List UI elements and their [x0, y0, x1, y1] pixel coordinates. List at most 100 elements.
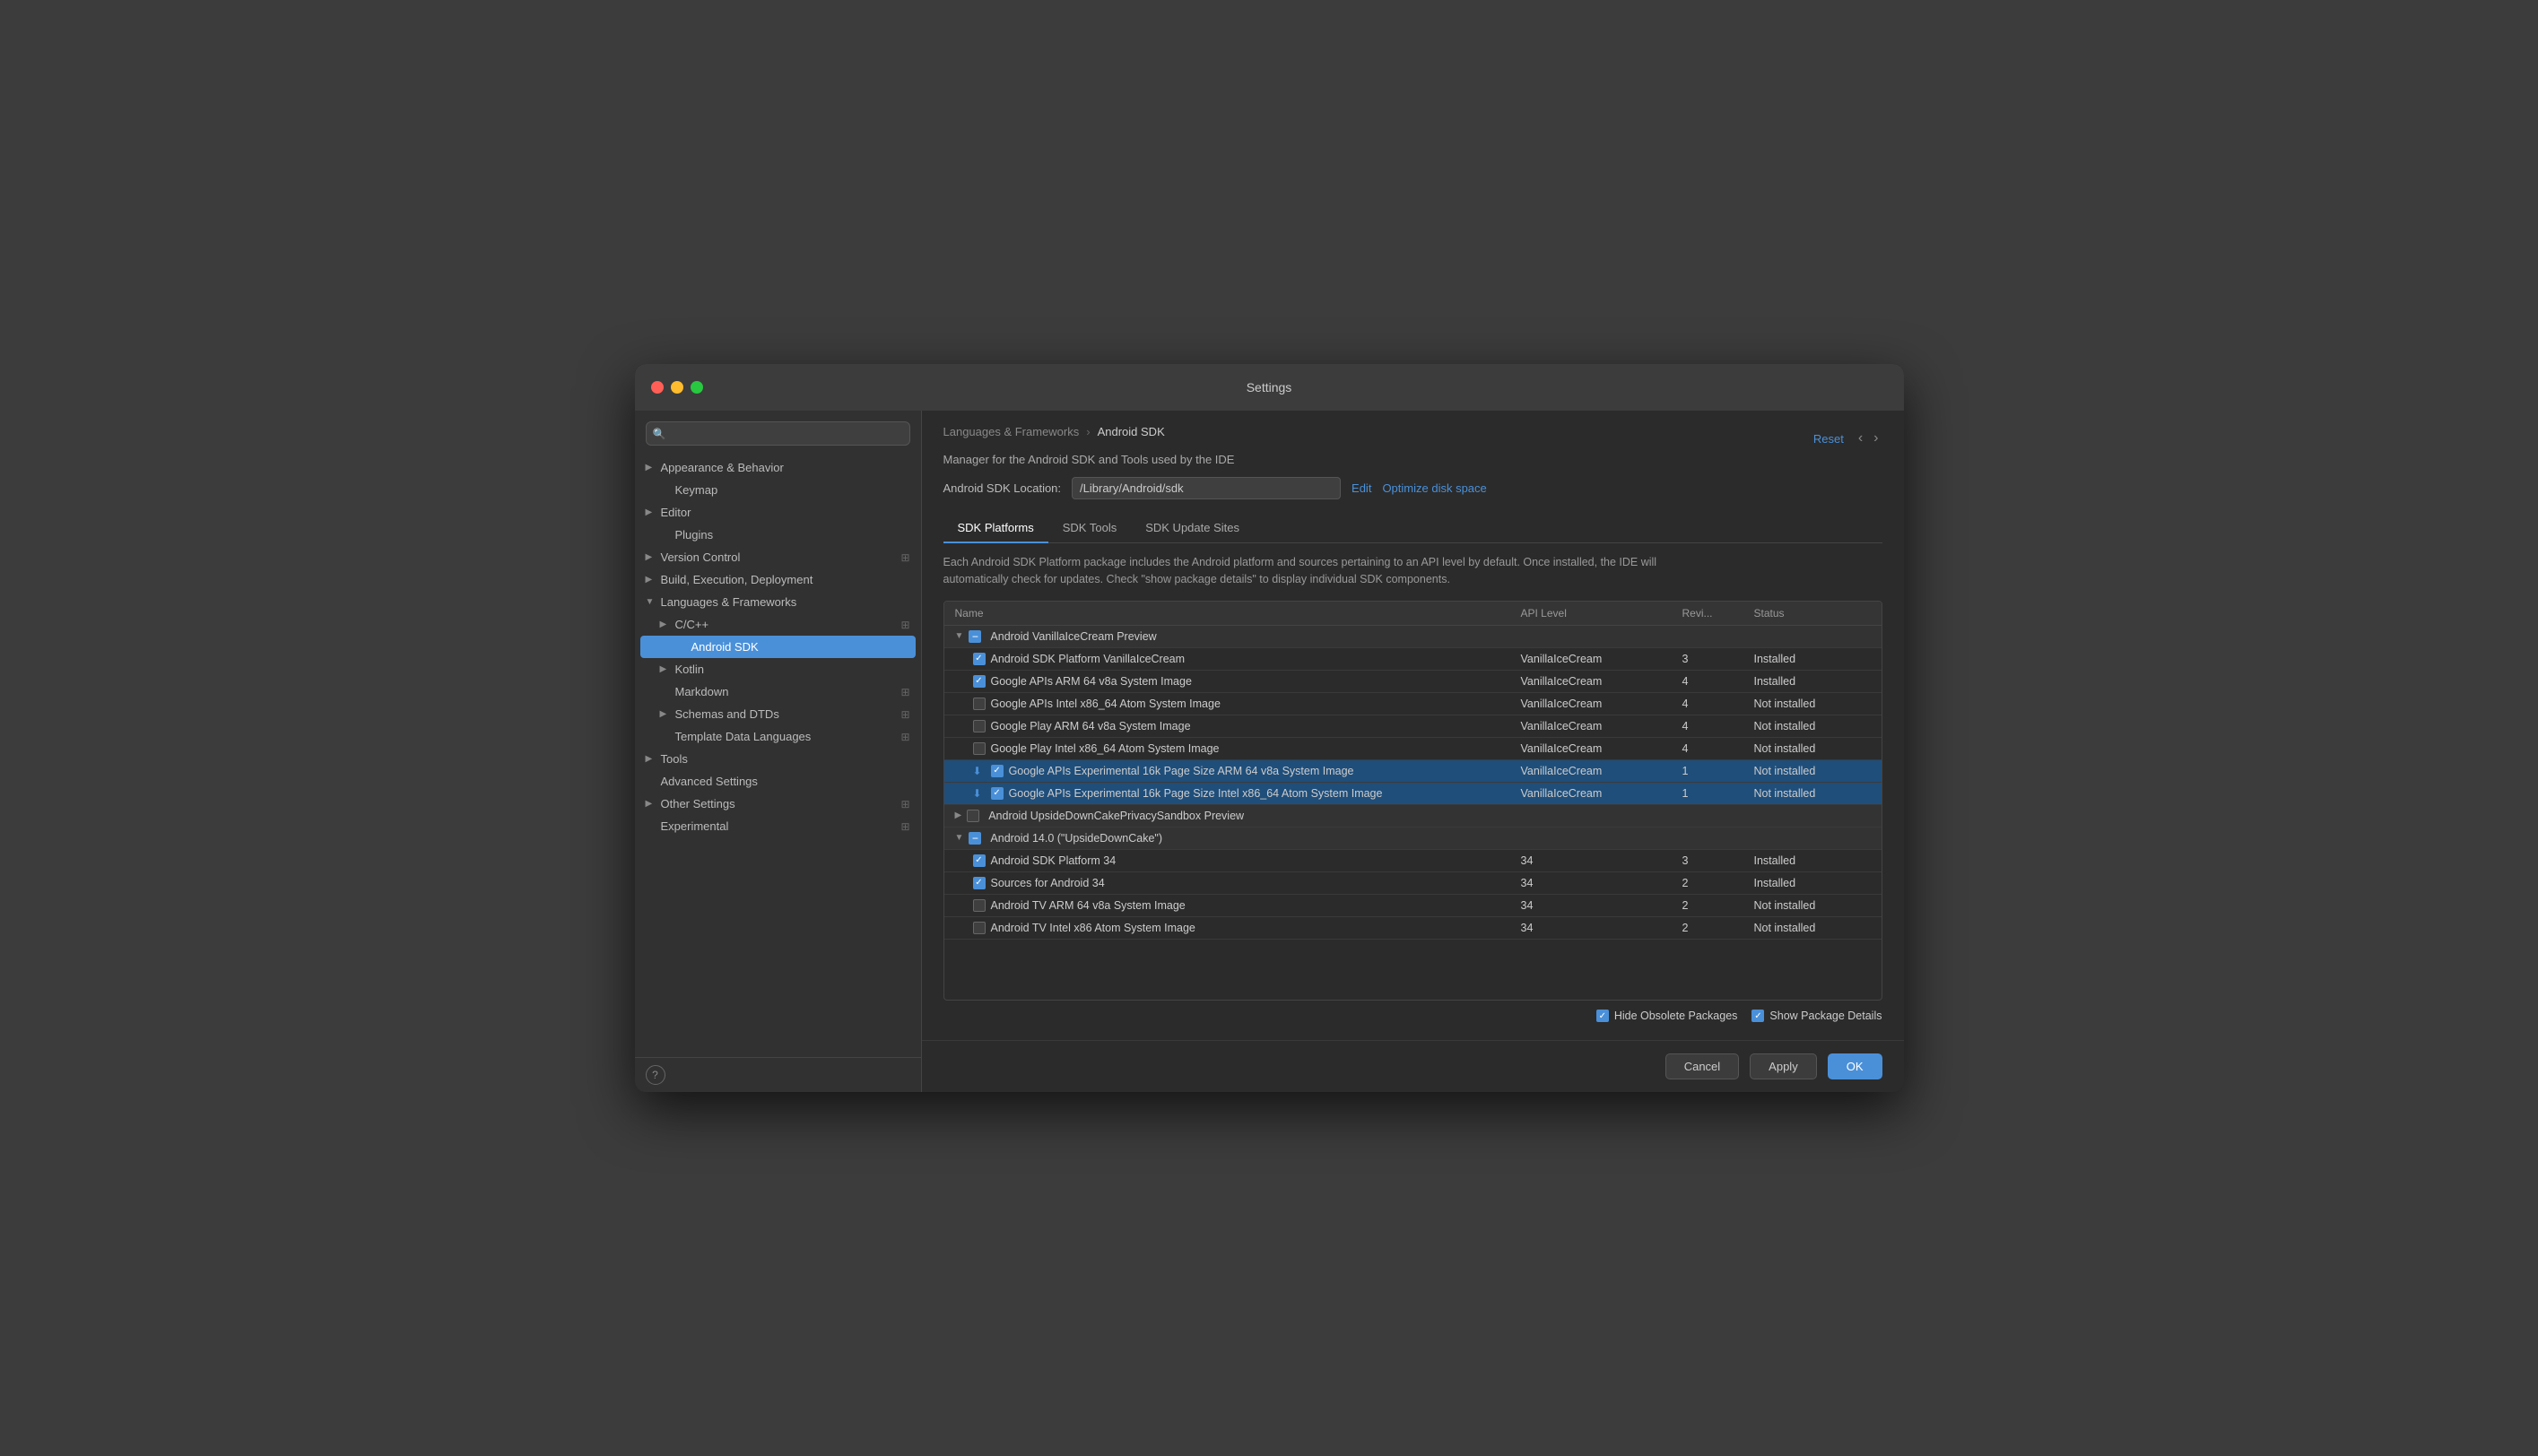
sidebar-item-schemas[interactable]: ▶ Schemas and DTDs ⊞	[635, 703, 921, 725]
sdk-location-actions: Edit Optimize disk space	[1352, 481, 1487, 495]
sidebar-item-plugins[interactable]: Plugins	[635, 524, 921, 546]
row-status: Not installed	[1754, 742, 1871, 755]
expand-arrow-icon: ▶	[646, 552, 656, 562]
table-row[interactable]: Google APIs Intel x86_64 Atom System Ima…	[944, 693, 1882, 715]
hide-obsolete-checkbox[interactable]	[1596, 1010, 1609, 1022]
show-package-checkbox[interactable]	[1751, 1010, 1764, 1022]
cancel-button[interactable]: Cancel	[1665, 1053, 1739, 1079]
row-checkbox[interactable]	[991, 765, 1004, 777]
row-api: 34	[1521, 922, 1682, 934]
col-header-api: API Level	[1521, 607, 1682, 620]
table-row[interactable]: Google APIs ARM 64 v8a System Image Vani…	[944, 671, 1882, 693]
table-row[interactable]: Android SDK Platform VanillaIceCream Van…	[944, 648, 1882, 671]
sidebar-item-keymap[interactable]: Keymap	[635, 479, 921, 501]
group-checkbox-privacy[interactable]	[967, 810, 979, 822]
row-rev: 3	[1682, 653, 1754, 665]
row-api: VanillaIceCream	[1521, 653, 1682, 665]
sidebar-item-kotlin[interactable]: ▶ Kotlin	[635, 658, 921, 680]
sidebar-item-build[interactable]: ▶ Build, Execution, Deployment	[635, 568, 921, 591]
sidebar-item-languages[interactable]: ▼ Languages & Frameworks	[635, 591, 921, 613]
sidebar-item-version-control[interactable]: ▶ Version Control ⊞	[635, 546, 921, 568]
edit-button[interactable]: Edit	[1352, 481, 1371, 495]
expand-arrow-icon: ▶	[646, 575, 656, 585]
optimize-disk-button[interactable]: Optimize disk space	[1382, 481, 1486, 495]
row-rev: 1	[1682, 787, 1754, 800]
sdk-location-input[interactable]	[1072, 477, 1341, 499]
minimize-button[interactable]	[671, 381, 683, 394]
table-row[interactable]: Google Play Intel x86_64 Atom System Ima…	[944, 738, 1882, 760]
settings-icon: ⊞	[900, 619, 909, 631]
row-checkbox[interactable]	[973, 854, 986, 867]
row-checkbox[interactable]	[991, 787, 1004, 800]
row-checkbox[interactable]	[973, 675, 986, 688]
row-checkbox[interactable]	[973, 899, 986, 912]
reset-button[interactable]: Reset	[1813, 432, 1844, 446]
table-row[interactable]: Google Play ARM 64 v8a System Image Vani…	[944, 715, 1882, 738]
sidebar-item-experimental[interactable]: Experimental ⊞	[635, 815, 921, 837]
row-checkbox[interactable]	[973, 877, 986, 889]
expand-arrow-icon: ▶	[660, 620, 671, 629]
collapse-icon: ▼	[955, 833, 964, 843]
back-button[interactable]: ‹	[1855, 429, 1866, 448]
sidebar-item-markdown[interactable]: Markdown ⊞	[635, 680, 921, 703]
row-name-label: Android SDK Platform VanillaIceCream	[991, 653, 1186, 665]
group-label-vanilla: Android VanillaIceCream Preview	[990, 630, 1156, 643]
group-row-udc[interactable]: ▼ Android 14.0 ("UpsideDownCake")	[944, 828, 1882, 850]
tab-sdk-tools[interactable]: SDK Tools	[1048, 514, 1131, 543]
tab-sdk-platforms[interactable]: SDK Platforms	[943, 514, 1048, 543]
group-row-privacy-sandbox[interactable]: ▶ Android UpsideDownCakePrivacySandbox P…	[944, 805, 1882, 828]
table-row[interactable]: Android SDK Platform 34 34 3 Installed	[944, 850, 1882, 872]
sidebar-item-appearance[interactable]: ▶ Appearance & Behavior	[635, 456, 921, 479]
expand-arrow-icon: ▶	[646, 754, 656, 764]
help-button[interactable]: ?	[646, 1065, 665, 1085]
settings-icon: ⊞	[900, 731, 909, 743]
row-api: VanillaIceCream	[1521, 765, 1682, 777]
row-checkbox[interactable]	[973, 922, 986, 934]
group-checkbox-udc[interactable]	[969, 832, 981, 845]
search-input[interactable]	[646, 421, 910, 446]
table-row[interactable]: ⬇ Google APIs Experimental 16k Page Size…	[944, 760, 1882, 783]
row-status: Not installed	[1754, 720, 1871, 732]
row-status: Not installed	[1754, 765, 1871, 777]
settings-icon: ⊞	[900, 708, 909, 721]
sidebar-item-other-settings[interactable]: ▶ Other Settings ⊞	[635, 793, 921, 815]
row-checkbox[interactable]	[973, 653, 986, 665]
group-checkbox-vanilla[interactable]	[969, 630, 981, 643]
table-row[interactable]: Sources for Android 34 34 2 Installed	[944, 872, 1882, 895]
row-checkbox[interactable]	[973, 742, 986, 755]
sdk-description: Manager for the Android SDK and Tools us…	[943, 453, 1882, 466]
table-row[interactable]: Android TV Intel x86 Atom System Image 3…	[944, 917, 1882, 940]
show-package-label: Show Package Details	[1769, 1010, 1882, 1022]
row-name-label: Google Play Intel x86_64 Atom System Ima…	[991, 742, 1220, 755]
row-api: 34	[1521, 899, 1682, 912]
nav-arrows: ‹ ›	[1855, 429, 1882, 448]
settings-icon: ⊞	[900, 820, 909, 833]
sidebar-item-template-data[interactable]: Template Data Languages ⊞	[635, 725, 921, 748]
row-name-label: Android TV ARM 64 v8a System Image	[991, 899, 1186, 912]
col-header-rev: Revi...	[1682, 607, 1754, 620]
table-row[interactable]: ⬇ Google APIs Experimental 16k Page Size…	[944, 783, 1882, 805]
row-api: VanillaIceCream	[1521, 742, 1682, 755]
forward-button[interactable]: ›	[1870, 429, 1882, 448]
download-icon: ⬇	[973, 787, 982, 800]
expand-arrow-icon: ▶	[646, 507, 656, 517]
sidebar-item-tools[interactable]: ▶ Tools	[635, 748, 921, 770]
sidebar-item-android-sdk[interactable]: Android SDK	[640, 636, 916, 658]
tab-sdk-update-sites[interactable]: SDK Update Sites	[1131, 514, 1254, 543]
sidebar-item-cpp[interactable]: ▶ C/C++ ⊞	[635, 613, 921, 636]
row-checkbox[interactable]	[973, 698, 986, 710]
sidebar-item-editor[interactable]: ▶ Editor	[635, 501, 921, 524]
search-box: 🔍	[646, 421, 910, 446]
row-checkbox[interactable]	[973, 720, 986, 732]
header-actions: Reset ‹ ›	[1813, 429, 1882, 448]
window-title: Settings	[1247, 380, 1292, 394]
apply-button[interactable]: Apply	[1750, 1053, 1817, 1079]
close-button[interactable]	[651, 381, 664, 394]
group-row-vanilla[interactable]: ▼ Android VanillaIceCream Preview	[944, 626, 1882, 648]
ok-button[interactable]: OK	[1828, 1053, 1882, 1079]
sidebar-item-advanced-settings[interactable]: Advanced Settings	[635, 770, 921, 793]
row-status: Not installed	[1754, 922, 1871, 934]
maximize-button[interactable]	[691, 381, 703, 394]
collapse-arrow-icon: ▼	[646, 597, 656, 607]
table-row[interactable]: Android TV ARM 64 v8a System Image 34 2 …	[944, 895, 1882, 917]
